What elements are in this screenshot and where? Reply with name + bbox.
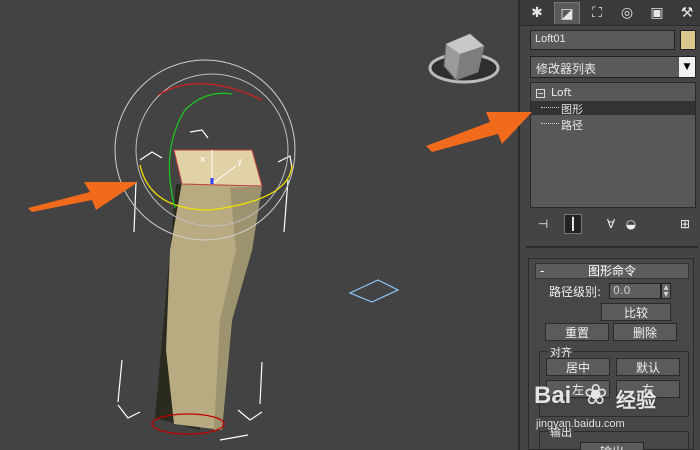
perspective-viewport[interactable]: y x xyxy=(0,0,518,450)
stack-item-label: 图形 xyxy=(561,103,583,116)
delete-button[interactable]: 删除 xyxy=(613,323,677,341)
configure-sets-icon[interactable]: ⊞ xyxy=(676,214,694,234)
path-spline[interactable] xyxy=(348,279,400,303)
loft-object[interactable] xyxy=(151,149,263,435)
hierarchy-tab[interactable]: ⛶ xyxy=(584,2,610,24)
utilities-tab[interactable]: ⚒ xyxy=(674,2,700,24)
tree-line xyxy=(541,107,559,108)
reset-button[interactable]: 重置 xyxy=(545,323,609,341)
remove-modifier-icon[interactable]: ◒ xyxy=(622,214,640,234)
create-icon: ✱ xyxy=(531,5,543,21)
path-level-input[interactable]: 0.0 xyxy=(609,283,661,299)
rollout-title: 图形命令 xyxy=(587,264,636,278)
command-tabbar: ✱ ◪ ⛶ ◎ ▣ ⚒ xyxy=(520,0,700,26)
arrow-right-icon xyxy=(426,112,532,152)
divider xyxy=(526,246,698,248)
watermark-url: jingyan.baidu.com xyxy=(536,418,625,430)
collapse-icon[interactable]: − xyxy=(536,89,545,98)
modifier-stack[interactable]: − Loft 图形 路径 xyxy=(530,82,696,208)
viewport-scene: y x xyxy=(28,33,500,441)
display-tab[interactable]: ▣ xyxy=(644,2,670,24)
motion-tab[interactable]: ◎ xyxy=(614,2,640,24)
modifier-list-label: 修改器列表 xyxy=(536,62,597,76)
stack-item-loft[interactable]: − Loft xyxy=(531,86,695,100)
hierarchy-icon: ⛶ xyxy=(592,5,602,21)
create-tab[interactable]: ✱ xyxy=(524,2,550,24)
collapse-icon: - xyxy=(540,264,545,278)
watermark-brand: Bai xyxy=(534,382,572,409)
stack-root-label: Loft xyxy=(551,86,572,99)
stack-item-label: 路径 xyxy=(561,119,583,132)
chevron-down-icon[interactable]: ▼ xyxy=(679,57,695,77)
modify-tab[interactable]: ◪ xyxy=(554,2,580,24)
object-color-swatch[interactable] xyxy=(680,30,696,50)
show-end-result-icon[interactable]: ┃ xyxy=(564,214,582,234)
stack-toolbar: ⊣ ┃ ∀ ◒ ⊞ xyxy=(530,214,696,236)
make-unique-icon[interactable]: ∀ xyxy=(602,214,620,234)
motion-icon: ◎ xyxy=(620,5,634,21)
modifier-list-dropdown[interactable]: 修改器列表 ▼ xyxy=(530,56,696,78)
baidu-watermark: Bai ❀ 经验 jingyan.baidu.com xyxy=(532,372,692,442)
spinner-arrows-icon[interactable]: ▲ ▼ xyxy=(661,283,671,299)
pin-stack-icon[interactable]: ⊣ xyxy=(534,214,552,234)
paw-icon: ❀ xyxy=(584,378,608,411)
output-button[interactable]: 输出 xyxy=(580,442,644,450)
viewcube[interactable] xyxy=(428,33,500,84)
stack-item-shape[interactable]: 图形 xyxy=(531,101,695,116)
stack-item-path[interactable]: 路径 xyxy=(531,117,695,132)
callout-arrows xyxy=(28,182,138,212)
object-name-field[interactable]: Loft01 xyxy=(530,30,675,50)
display-icon: ▣ xyxy=(650,5,664,21)
compare-button[interactable]: 比较 xyxy=(601,303,671,321)
modify-icon: ◪ xyxy=(560,5,574,22)
tree-line xyxy=(541,123,559,124)
utilities-icon: ⚒ xyxy=(680,5,694,21)
watermark-brand-cn: 经验 xyxy=(616,390,656,412)
axis-x-label: x xyxy=(200,155,206,165)
axis-y-label: y xyxy=(237,157,243,167)
arrow-left-icon xyxy=(28,182,138,212)
rollout-header[interactable]: - 图形命令 xyxy=(535,263,689,279)
path-level-label: 路径级别: xyxy=(549,285,602,299)
